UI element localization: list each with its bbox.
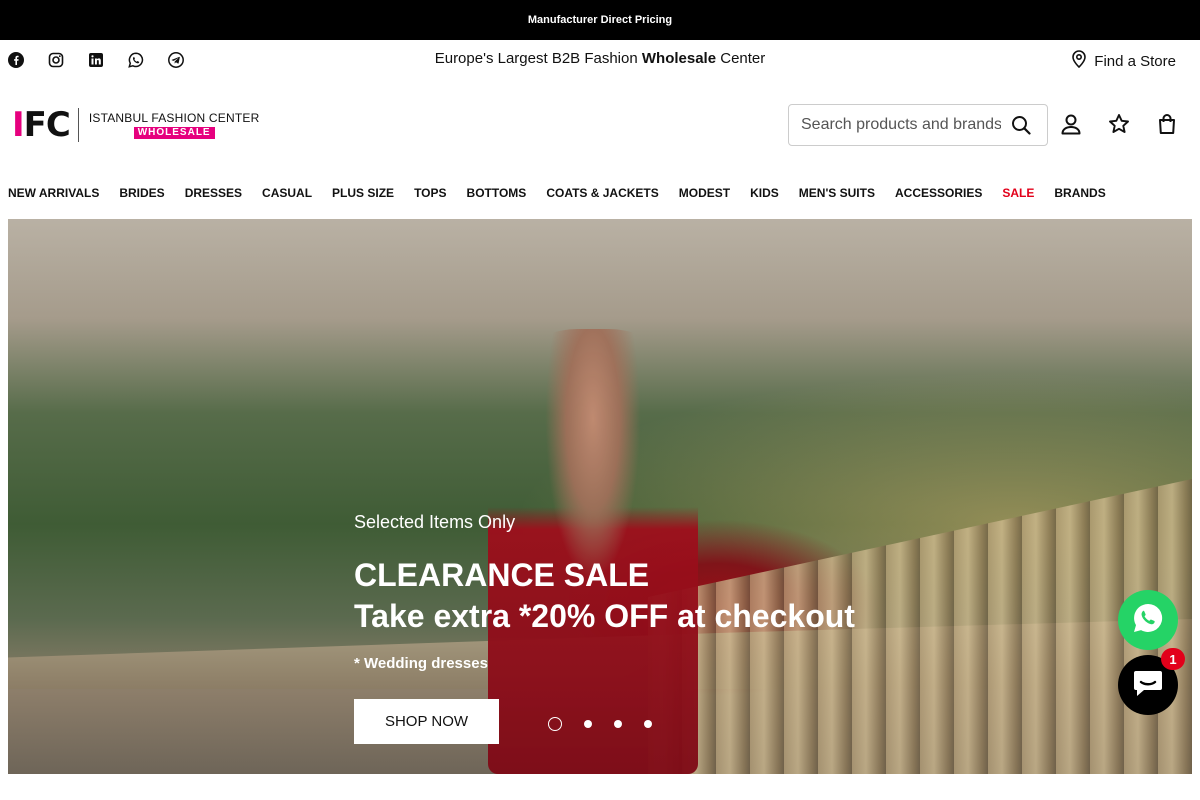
logo-mark: IFC [12,105,71,145]
slider-dot-1[interactable] [548,717,562,731]
shopping-bag-icon[interactable] [1156,113,1178,135]
telegram-icon[interactable] [168,52,184,68]
logo-mark-rest: FC [23,105,71,145]
tagline-post: Center [716,50,766,67]
nav-item-mens-suits[interactable]: MEN'S SUITS [799,186,875,200]
slider-dot-2[interactable] [584,720,592,728]
hero-headline-line1: CLEARANCE SALE [354,557,650,593]
nav-item-coats-jackets[interactable]: COATS & JACKETS [546,186,658,200]
search-icon[interactable] [1011,115,1031,140]
facebook-icon[interactable] [8,52,24,68]
hero-eyebrow: Selected Items Only [354,512,516,532]
hero-line2-post: at checkout [668,598,855,634]
search-input[interactable] [801,116,1001,134]
nav-item-brides[interactable]: BRIDES [119,186,164,200]
hero-content: Selected Items Only CLEARANCE SALE Take … [354,512,855,672]
slider-dots [548,717,652,731]
social-links [8,52,184,68]
site-logo[interactable]: IFC ISTANBUL FASHION CENTER WHOLESALE [12,108,259,142]
tagline-pre: Europe's Largest B2B Fashion [434,50,642,67]
nav-item-modest[interactable]: MODEST [679,186,730,200]
nav-item-casual[interactable]: CASUAL [262,186,312,200]
tagline-bold: Wholesale [641,50,717,67]
whatsapp-icon [1131,601,1165,640]
hero-headline: CLEARANCE SALE Take extra *20% OFF at ch… [354,555,855,637]
logo-divider [77,108,79,142]
wishlist-star-icon[interactable] [1108,113,1130,135]
hero-note: * Wedding dresses [354,655,488,672]
announcement-text: Manufacturer Direct Pricing [527,14,673,26]
nav-item-brands[interactable]: BRANDS [1054,186,1105,200]
hero-line2-em: 20% OFF [531,598,669,634]
chat-bubble-icon [1132,668,1164,703]
find-store-link[interactable]: Find a Store [1072,50,1176,72]
linkedin-icon[interactable] [88,52,104,68]
hero-line2-pre: Take extra * [354,598,532,634]
nav-item-bottoms[interactable]: BOTTOMS [467,186,527,200]
utility-bar: Europe's Largest B2B Fashion Wholesale C… [0,40,1200,80]
nav-item-plus-size[interactable]: PLUS SIZE [332,186,394,200]
nav-item-dresses[interactable]: DRESSES [185,186,242,200]
whatsapp-icon[interactable] [128,52,144,68]
hero-headline-line2: Take extra *20% OFF at checkout [354,596,855,637]
slider-dot-4[interactable] [644,720,652,728]
search-box [788,104,1048,146]
map-pin-icon [1072,50,1087,72]
instagram-icon[interactable] [48,52,64,68]
find-store-label: Find a Store [1094,52,1176,70]
nav-item-tops[interactable]: TOPS [414,186,446,200]
hero-banner [8,219,1192,774]
shop-now-button[interactable]: SHOP NOW [354,699,499,744]
logo-tag: WHOLESALE [133,127,215,139]
nav-item-new-arrivals[interactable]: NEW ARRIVALS [8,186,99,200]
slider-dot-3[interactable] [614,720,622,728]
logo-mark-i: I [12,105,25,145]
nav-item-accessories[interactable]: ACCESSORIES [895,186,982,200]
announcement-bar: Manufacturer Direct Pricing [0,0,1200,40]
logo-name: ISTANBUL FASHION CENTER [88,111,260,125]
chat-unread-badge: 1 [1161,648,1185,670]
nav-item-kids[interactable]: KIDS [750,186,779,200]
nav-item-sale[interactable]: SALE [1002,186,1034,200]
main-nav: NEW ARRIVALS BRIDES DRESSES CASUAL PLUS … [8,186,1106,200]
header-actions [1060,113,1178,135]
account-icon[interactable] [1060,113,1082,135]
logo-text: ISTANBUL FASHION CENTER WHOLESALE [89,111,260,139]
whatsapp-chat-button[interactable] [1118,590,1178,650]
